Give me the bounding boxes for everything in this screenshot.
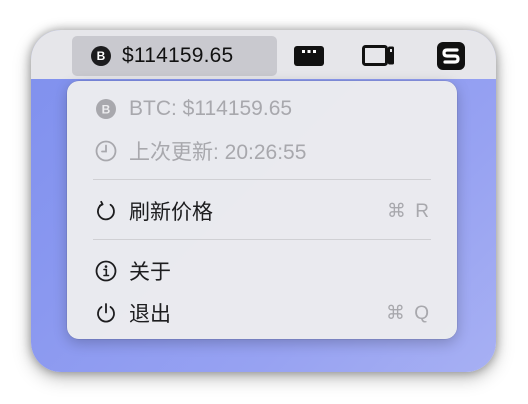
power-icon [94, 301, 118, 325]
window-dots-icon[interactable] [293, 45, 325, 72]
svg-text:B: B [102, 103, 111, 117]
menu-bar: B $114159.65 [31, 30, 496, 79]
refresh-icon [94, 199, 118, 223]
dropdown-menu: B BTC: $114159.65 上次更新: 20:26:55 刷新价格 ⌘ … [67, 81, 457, 339]
refresh-label: 刷新价格 [129, 201, 213, 224]
menu-item-about[interactable]: 关于 [67, 256, 457, 286]
quit-label: 退出 [129, 303, 171, 326]
menu-separator [93, 179, 431, 180]
about-label: 关于 [129, 261, 171, 284]
quit-shortcut: ⌘ Q [385, 302, 431, 324]
menu-item-btc-price: B BTC: $114159.65 [67, 94, 457, 124]
info-icon [94, 259, 118, 283]
menu-item-last-updated: 上次更新: 20:26:55 [67, 136, 457, 166]
last-updated-label: 上次更新: 20:26:55 [129, 141, 307, 164]
btc-price-label: BTC: $114159.65 [129, 97, 293, 120]
btc-status-item[interactable]: B $114159.65 [72, 36, 277, 76]
menu-separator [93, 239, 431, 240]
screen-frame: B $114159.65 B BTC: $114159.65 上次更新: 20:… [31, 30, 496, 372]
display-window-icon[interactable] [362, 44, 396, 73]
refresh-shortcut: ⌘ R [387, 200, 431, 222]
menu-item-refresh[interactable]: 刷新价格 ⌘ R [67, 196, 457, 226]
bitcoin-icon: B [91, 46, 111, 66]
bitcoin-icon: B [94, 97, 118, 121]
menu-item-quit[interactable]: 退出 ⌘ Q [67, 298, 457, 328]
clock-icon [94, 139, 118, 163]
status-price-label: $114159.65 [122, 44, 234, 67]
s-app-icon[interactable] [436, 41, 466, 76]
